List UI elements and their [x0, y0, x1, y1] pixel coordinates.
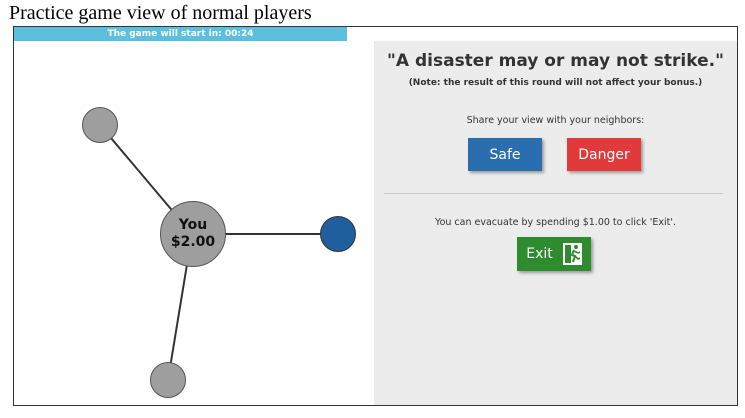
network-view: You $2.00 [14, 41, 374, 405]
figure-caption: Practice game view of normal players [9, 2, 312, 24]
exit-button[interactable]: Exit [517, 237, 591, 271]
countdown-text: The game will start in: 00:24 [107, 29, 254, 39]
safe-button[interactable]: Safe [468, 138, 542, 171]
panel-divider [384, 193, 723, 194]
share-prompt: Share your view with your neighbors: [466, 115, 645, 126]
neighbor-node-bottom [150, 362, 186, 398]
disaster-headline: "A disaster may or may not strike." [387, 51, 724, 71]
evacuate-prompt: You can evacuate by spending $1.00 to cl… [435, 217, 676, 228]
self-amount: $2.00 [170, 234, 216, 250]
neighbor-node-top-left [82, 107, 118, 143]
bonus-note: (Note: the result of this round will not… [408, 78, 703, 88]
danger-button[interactable]: Danger [567, 138, 641, 171]
exit-button-label: Exit [526, 246, 553, 262]
neighbor-node-right [320, 216, 356, 252]
running-man-exit-icon [562, 243, 582, 265]
decision-panel: "A disaster may or may not strike." (Not… [374, 41, 737, 405]
game-window: The game will start in: 00:24 You $2.00 … [13, 26, 738, 406]
self-label: You [178, 217, 208, 233]
self-node: You $2.00 [160, 201, 226, 267]
